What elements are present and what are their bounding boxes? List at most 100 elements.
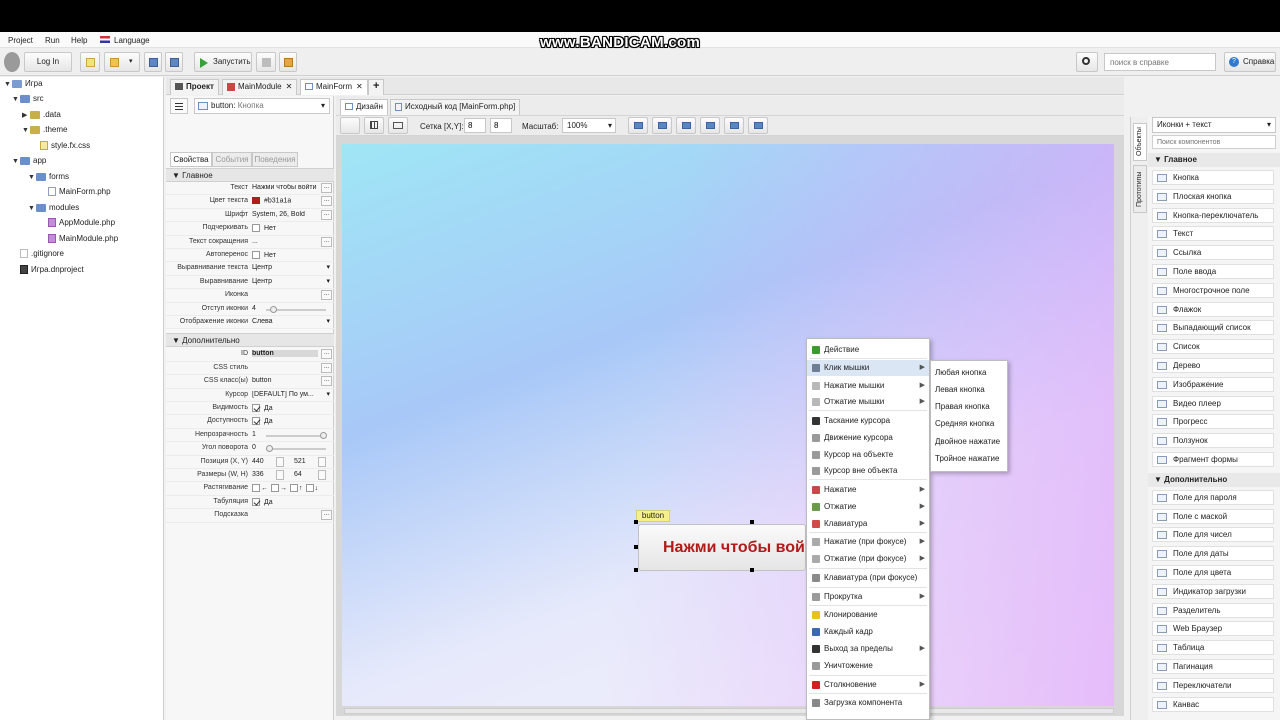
checkbox[interactable] <box>290 484 298 493</box>
grid-x-input[interactable] <box>464 118 486 133</box>
edit-button[interactable]: ... <box>321 376 332 387</box>
submenu-item[interactable]: Средняя кнопка <box>935 419 994 428</box>
property-value[interactable]: System, 26, Bold <box>252 211 318 218</box>
property-row[interactable]: Отступ иконки 4 <box>166 303 334 316</box>
property-value[interactable]: Центр <box>252 278 318 285</box>
tab-prototypes[interactable]: Прототипы <box>1133 165 1147 213</box>
login-form-button[interactable]: Нажми чтобы войти <box>638 524 806 571</box>
edit-button[interactable]: ... <box>321 362 332 373</box>
property-row[interactable]: Подчеркивать Нет <box>166 222 334 236</box>
property-value[interactable]: Нет <box>252 224 318 233</box>
section-extra[interactable]: ▼ Дополнительно <box>166 333 334 348</box>
tree-item-app[interactable]: ▼ app <box>12 154 46 168</box>
submenu-item[interactable]: Любая кнопка <box>935 368 986 377</box>
palette-item[interactable]: Список <box>1152 339 1274 355</box>
property-row[interactable]: Выравнивание Центр ▾ <box>166 276 334 290</box>
property-row[interactable]: Растягивание ← → ↑ ↓ <box>166 482 334 496</box>
palette-item[interactable]: Текст <box>1152 226 1274 242</box>
menu-run[interactable]: Run <box>45 36 60 45</box>
property-row[interactable]: CSS стиль... <box>166 362 334 376</box>
tree-item-root[interactable]: ▼ Игра <box>4 77 43 91</box>
property-value[interactable]: Да <box>252 404 318 412</box>
palette-item[interactable]: Поле для даты <box>1152 546 1274 562</box>
menu-project[interactable]: Project <box>8 36 33 45</box>
palette-item[interactable]: Видео плеер <box>1152 395 1274 411</box>
property-value[interactable]: Центр <box>252 264 318 271</box>
property-row[interactable]: Доступность Да <box>166 415 334 429</box>
property-row[interactable]: CSS класс(ы) button... <box>166 375 334 389</box>
submenu-item[interactable]: Правая кнопка <box>935 402 990 411</box>
spinner-arrows[interactable] <box>276 456 284 467</box>
palette-section-extra[interactable]: ▼ Дополнительно <box>1148 472 1280 487</box>
menu-item[interactable]: Клавиатура ▶ <box>807 516 929 532</box>
select-mode-button[interactable] <box>340 117 360 134</box>
edit-button[interactable]: ... <box>321 183 332 193</box>
property-row[interactable]: Позиция (X, Y) 440 521 <box>166 456 334 469</box>
palette-item[interactable]: Канвас <box>1152 696 1274 712</box>
edit-button[interactable]: ... <box>321 196 332 207</box>
save-button[interactable] <box>144 52 162 72</box>
tree-item-style[interactable]: style.fx.css <box>40 139 90 153</box>
tree-item-forms[interactable]: ▼ forms <box>28 170 69 184</box>
align-right-button[interactable] <box>748 117 768 134</box>
grid-toggle-button[interactable] <box>364 117 384 134</box>
palette-item[interactable]: Кнопка <box>1152 170 1274 185</box>
align-center-button[interactable] <box>652 117 672 134</box>
login-button[interactable]: Log In <box>24 52 72 72</box>
property-value[interactable]: #b31a1a <box>252 197 318 205</box>
menu-item[interactable]: Клонирование <box>807 607 929 623</box>
palette-item[interactable]: Разделитель <box>1152 602 1274 618</box>
tab-events[interactable]: События <box>212 152 252 167</box>
property-row[interactable]: ID button... <box>166 348 334 362</box>
menu-item[interactable]: Нажатие (при фокусе) ▶ <box>807 534 929 550</box>
resize-handle[interactable] <box>634 545 638 549</box>
tree-item-appmodule[interactable]: AppModule.php <box>48 216 115 230</box>
menu-language[interactable]: Language <box>114 36 150 45</box>
property-row[interactable]: Табуляция Да <box>166 496 334 510</box>
tree-item-modules[interactable]: ▼ modules <box>28 201 79 215</box>
new-file-button[interactable] <box>80 52 100 72</box>
property-row[interactable]: Автоперенос Нет <box>166 249 334 263</box>
palette-item[interactable]: Плоская кнопка <box>1152 188 1274 204</box>
palette-item[interactable]: Фрагмент формы <box>1152 452 1274 467</box>
property-row[interactable]: Подсказка... <box>166 509 334 523</box>
spinner-arrows[interactable] <box>276 470 284 480</box>
property-value[interactable]: button <box>252 350 318 358</box>
palette-item[interactable]: Многострочное поле <box>1152 282 1274 298</box>
tab-properties[interactable]: Свойства <box>170 152 212 167</box>
property-row[interactable]: Выравнивание текста Центр ▾ <box>166 262 334 276</box>
palette-item[interactable]: Пагинация <box>1152 659 1274 674</box>
tree-item-src[interactable]: ▼ src <box>12 92 44 106</box>
component-selector[interactable]: button: Кнопка ▾ <box>194 98 330 114</box>
align-top-button[interactable] <box>676 117 696 134</box>
property-value[interactable]: Слева <box>252 318 318 325</box>
palette-item[interactable]: Таблица <box>1152 640 1274 656</box>
checkbox[interactable] <box>252 251 260 259</box>
palette-item[interactable]: Прогресс <box>1152 414 1274 430</box>
property-value-2[interactable]: 521 <box>294 458 306 465</box>
menu-help[interactable]: Help <box>71 36 87 45</box>
property-value[interactable]: Нажми чтобы войти <box>252 184 318 191</box>
property-value[interactable]: [DEFAULT] По ум... <box>252 391 318 398</box>
submenu-item[interactable]: Тройное нажатие <box>935 454 999 463</box>
tab-mainform[interactable]: MainForm ✕ <box>300 79 368 95</box>
tree-item-theme[interactable]: ▼ .theme <box>22 123 67 137</box>
palette-item[interactable]: Web Браузер <box>1152 621 1274 637</box>
property-row[interactable]: Курсор [DEFAULT] По ум... ▾ <box>166 389 334 402</box>
tab-objects[interactable]: Объекты <box>1133 123 1147 161</box>
menu-item[interactable]: Прокрутка ▶ <box>807 589 929 605</box>
palette-item[interactable]: Переключатели <box>1152 677 1274 693</box>
chevron-down-icon[interactable]: ▾ <box>326 317 330 325</box>
align-left-button[interactable] <box>628 117 648 134</box>
slider-track[interactable] <box>266 448 326 451</box>
property-row[interactable]: Шрифт System, 26, Bold... <box>166 209 334 223</box>
tree-item-mainmodule[interactable]: MainModule.php <box>48 232 118 246</box>
close-icon[interactable]: ✕ <box>286 82 293 91</box>
property-value[interactable]: Да <box>252 497 318 506</box>
palette-item[interactable]: Дерево <box>1152 358 1274 373</box>
palette-item[interactable]: Поле для чисел <box>1152 527 1274 543</box>
component-search-input[interactable] <box>1152 135 1276 149</box>
property-row[interactable]: Размеры (W, H) 336 64 <box>166 469 334 483</box>
resize-handle[interactable] <box>750 520 754 524</box>
open-project-button[interactable]: ▾ <box>104 52 140 72</box>
